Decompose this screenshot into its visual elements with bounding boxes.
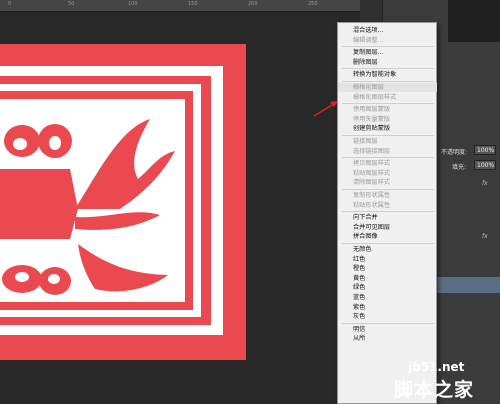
menu-separator: [342, 135, 434, 136]
artwork-white-border: [0, 66, 223, 335]
artwork-ornament-area: [0, 99, 185, 302]
menu-item: 选择链接图层: [353, 147, 391, 155]
ruler-tick-label: 250: [308, 1, 318, 7]
menu-item[interactable]: 转换为智能对象: [338, 70, 437, 79]
menu-item: 粘贴图层样式: [353, 169, 391, 177]
menu-item: 栅格化图层样式: [353, 93, 397, 101]
watermark-name: 脚本之家: [394, 379, 475, 401]
fill-input[interactable]: 100%: [474, 160, 496, 170]
menu-separator: [342, 189, 434, 190]
opacity-label: 不透明度:: [441, 149, 468, 156]
menu-item: 链接图层: [353, 138, 378, 145]
menu-item[interactable]: 删除图层: [338, 58, 437, 67]
menu-item[interactable]: 紫色: [338, 303, 437, 312]
menu-item: 栅格化图层: [338, 83, 437, 92]
menu-item[interactable]: 灰色: [338, 312, 437, 321]
menu-item: 复制形状属性: [353, 192, 391, 199]
menu-item: 停用矢量蒙版: [353, 115, 391, 123]
histogram-panel: [448, 0, 500, 42]
artwork-image: [0, 44, 246, 360]
menu-item: 拷贝图层样式: [353, 160, 391, 168]
menu-item[interactable]: 从所: [338, 334, 437, 343]
layer-context-menu: 混合选项... 编辑调整... 复制图层... 删除图层转换为智能对象 栅格化图层 栅格化…: [337, 22, 437, 404]
menu-item: 编辑调整...: [353, 36, 384, 44]
fill-label: 填充:: [452, 164, 467, 171]
menu-item[interactable]: 合并可见图层: [338, 223, 437, 232]
menu-separator: [342, 322, 434, 324]
layer-fx-icon[interactable]: fx: [482, 180, 488, 187]
red-arrow-annotation: [313, 101, 338, 117]
artwork-red-band: [0, 76, 211, 325]
ruler-tick-label: 200: [248, 1, 258, 7]
menu-item[interactable]: 橙色: [338, 264, 437, 273]
menu-item[interactable]: 拼合图像: [338, 232, 437, 241]
selected-layer-row[interactable]: [430, 277, 500, 293]
menu-separator: [342, 157, 434, 159]
menu-separator: [342, 103, 434, 105]
menu-item[interactable]: 红色: [338, 255, 437, 264]
ruler-tick-label: 0: [8, 1, 12, 7]
menu-separator: [342, 81, 434, 82]
watermark-url: jb51.net: [408, 360, 465, 374]
horizontal-ruler: 0 50 100 150 200 250: [0, 0, 360, 12]
menu-item[interactable]: 蓝色: [338, 293, 437, 302]
artwork-inner-red-band: [0, 91, 193, 310]
menu-item: 清除图层样式: [353, 179, 391, 187]
menu-item[interactable]: 复制图层...: [338, 48, 437, 57]
menu-item[interactable]: 创建剪贴蒙版: [338, 124, 437, 133]
ruler-tick-label: 100: [128, 1, 138, 7]
ruler-tick-label: 50: [68, 1, 75, 7]
menu-item[interactable]: 向下合并: [338, 213, 437, 222]
opacity-input[interactable]: 100%: [474, 145, 496, 155]
ruler-tick-label: 150: [188, 1, 198, 7]
menu-item[interactable]: 绿色: [338, 283, 437, 292]
floral-ornament: [0, 119, 175, 295]
menu-item: 停用图层蒙版: [353, 106, 391, 114]
artwork-inner-white-band: [0, 84, 201, 317]
menu-item[interactable]: 黄色: [338, 274, 437, 283]
menu-item[interactable]: 混合选项...: [338, 26, 437, 35]
layer-fx-icon-2[interactable]: fx: [482, 233, 488, 240]
menu-separator: [342, 243, 434, 244]
menu-separator: [342, 46, 434, 48]
menu-separator: [342, 211, 434, 213]
menu-item[interactable]: 无颜色: [338, 245, 437, 254]
menu-separator: [342, 68, 434, 70]
menu-item: 粘贴形状属性: [353, 201, 391, 209]
menu-item[interactable]: 明信: [338, 325, 437, 334]
watermark: jb51.net 脚本之家: [386, 360, 498, 402]
